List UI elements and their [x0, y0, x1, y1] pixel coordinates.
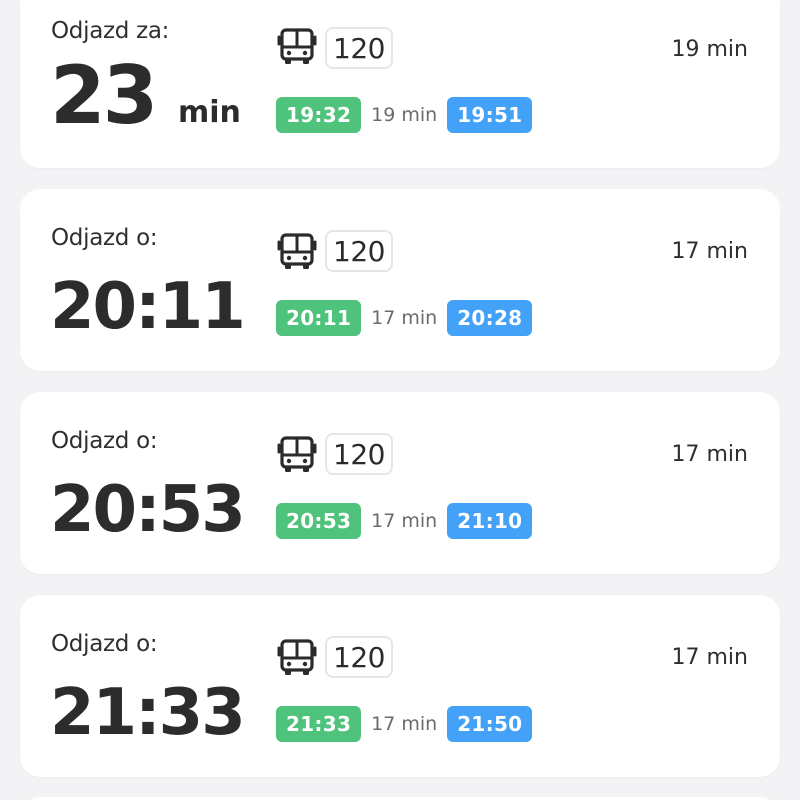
departure-card[interactable]: Odjazd za: 23 min 120 19 min 19:32 19 mi…	[20, 0, 780, 168]
departure-time-chip: 19:32	[276, 97, 362, 133]
countdown-unit: min	[178, 95, 241, 130]
trip-duration: 17 min	[371, 307, 438, 329]
trip-duration: 17 min	[371, 713, 438, 735]
departure-label: Odjazd o:	[51, 225, 158, 251]
departure-label: Odjazd o:	[51, 631, 158, 657]
route-number-badge: 120	[325, 433, 393, 475]
bus-icon	[277, 639, 317, 675]
departure-label: Odjazd za:	[51, 18, 170, 44]
arrival-time-chip: 20:28	[447, 300, 533, 336]
arrival-time-chip: 21:10	[447, 503, 533, 539]
times-row: 20:53 17 min 21:10	[276, 503, 533, 539]
bus-icon	[277, 28, 317, 64]
times-row: 21:33 17 min 21:50	[276, 706, 533, 742]
bus-icon	[277, 233, 317, 269]
arrival-time-chip: 21:50	[447, 706, 533, 742]
times-row: 19:32 19 min 19:51	[276, 97, 533, 133]
departure-card[interactable]: Odjazd o: 21:33 120 17 min 21:33 17 min …	[20, 595, 780, 777]
times-row: 20:11 17 min 20:28	[276, 300, 533, 336]
travel-duration: 17 min	[671, 645, 748, 670]
departure-time: 20:53	[50, 473, 246, 547]
departure-card[interactable]: Odjazd o: 20:11 120 17 min 20:11 17 min …	[20, 189, 780, 371]
departure-time-chip: 20:53	[276, 503, 362, 539]
departure-time: 21:33	[50, 676, 246, 750]
departure-time-chip: 20:11	[276, 300, 362, 336]
travel-duration: 17 min	[671, 442, 748, 467]
trip-duration: 19 min	[371, 104, 438, 126]
travel-duration: 17 min	[671, 239, 748, 264]
departure-label: Odjazd o:	[51, 428, 158, 454]
departure-time-chip: 21:33	[276, 706, 362, 742]
arrival-time-chip: 19:51	[447, 97, 533, 133]
countdown-value: 23	[50, 49, 158, 142]
route-number-badge: 120	[325, 636, 393, 678]
travel-duration: 19 min	[671, 37, 748, 62]
route-number-badge: 120	[325, 230, 393, 272]
departure-card[interactable]: Odjazd o: 20:53 120 17 min 20:53 17 min …	[20, 392, 780, 574]
departure-time: 20:11	[50, 270, 246, 344]
route-number-badge: 120	[325, 27, 393, 69]
bus-icon	[277, 436, 317, 472]
departures-list: Odjazd za: 23 min 120 19 min 19:32 19 mi…	[0, 0, 800, 800]
trip-duration: 17 min	[371, 510, 438, 532]
